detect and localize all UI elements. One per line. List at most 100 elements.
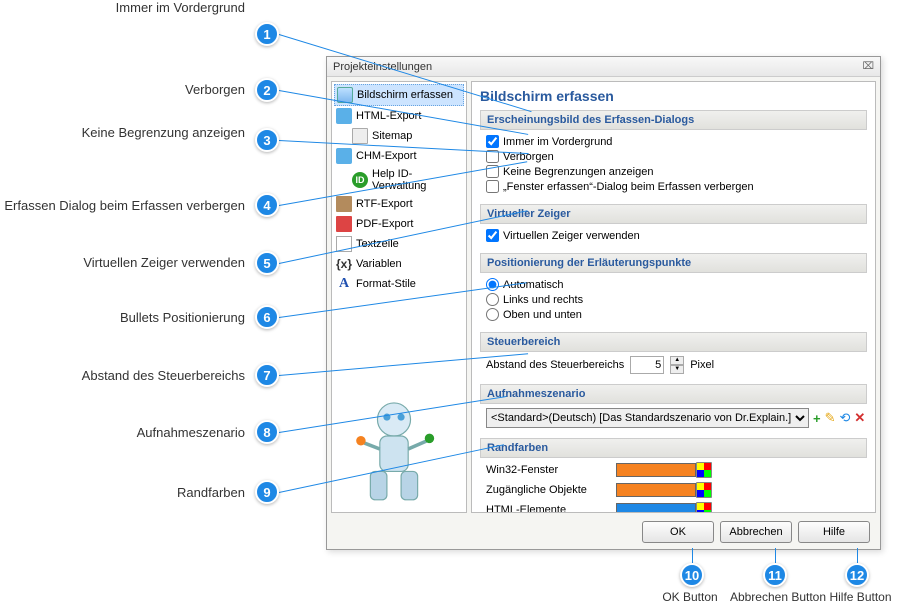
color-picker-button[interactable] xyxy=(696,482,712,498)
refresh-icon[interactable]: ⟲ xyxy=(840,410,851,426)
callout-num-2: 2 xyxy=(255,78,279,102)
project-settings-dialog: Projekteinstellungen ⌧ Bildschirm erfass… xyxy=(326,56,881,550)
sidebar-item-label: Sitemap xyxy=(372,130,412,142)
color-picker-button[interactable] xyxy=(696,462,712,478)
callout-label-8: Aufnahmeszenario xyxy=(0,425,245,440)
callout-line-12 xyxy=(857,548,858,563)
sitemap-icon xyxy=(352,128,368,144)
sidebar-item-help-id-verwaltung[interactable]: IDHelp ID-Verwaltung xyxy=(334,166,464,194)
sidebar-item-variablen[interactable]: {x} Variablen xyxy=(334,254,464,274)
delete-icon[interactable]: ✕ xyxy=(854,410,865,426)
section-steuer-header: Steuerbereich xyxy=(480,332,867,352)
callout-line-10 xyxy=(692,548,693,563)
virtual-pointer-checkbox[interactable] xyxy=(486,229,499,242)
html-icon xyxy=(336,108,352,124)
callout-label-4: Erfassen Dialog beim Erfassen verbergen xyxy=(0,198,245,213)
section-colors-header: Randfarben xyxy=(480,438,867,458)
appearance-option-1[interactable]: Verborgen xyxy=(486,149,861,164)
color-picker-button[interactable] xyxy=(696,502,712,513)
sidebar-item-label: Variablen xyxy=(356,258,402,270)
callout-label-5: Virtuellen Zeiger verwenden xyxy=(0,255,245,270)
page-title: Bildschirm erfassen xyxy=(480,88,867,104)
appearance-checkbox-3[interactable] xyxy=(486,180,499,193)
spin-down-button[interactable]: ▼ xyxy=(670,365,684,374)
callout-num-11: 11 xyxy=(763,563,787,587)
virtual-pointer-label: Virtuellen Zeiger verwenden xyxy=(503,230,640,242)
callout-num-5: 5 xyxy=(255,251,279,275)
var-icon: {x} xyxy=(336,256,352,272)
sidebar-item-label: RTF-Export xyxy=(356,198,413,210)
callout-label-3: Keine Begrenzung anzeigen xyxy=(0,125,245,140)
sidebar-item-pdf-export[interactable]: PDF-Export xyxy=(334,214,464,234)
color-swatch-2 xyxy=(616,503,696,513)
positioning-option-1[interactable]: Links und rechts xyxy=(486,292,861,307)
callout-label-11: Abbrechen Button xyxy=(723,590,833,604)
close-icon[interactable]: ⌧ xyxy=(862,61,874,72)
help-button[interactable]: Hilfe xyxy=(798,521,870,543)
settings-main-panel: Bildschirm erfassen Erscheinungsbild des… xyxy=(471,81,876,513)
positioning-option-2[interactable]: Oben und unten xyxy=(486,307,861,322)
color-row-label: Zugängliche Objekte xyxy=(486,484,616,496)
sidebar-item-format-stile[interactable]: A Format-Stile xyxy=(334,274,464,294)
spin-up-button[interactable]: ▲ xyxy=(670,356,684,365)
positioning-option-0[interactable]: Automatisch xyxy=(486,277,861,292)
positioning-radio-1[interactable] xyxy=(486,293,499,306)
appearance-label: Immer im Vordergrund xyxy=(503,136,612,148)
robot-illustration xyxy=(334,384,454,513)
steuer-distance-input[interactable] xyxy=(630,356,664,374)
appearance-option-2[interactable]: Keine Begrenzungen anzeigen xyxy=(486,164,861,179)
steuer-distance-label: Abstand des Steuerbereichs xyxy=(486,359,624,371)
appearance-checkbox-0[interactable] xyxy=(486,135,499,148)
positioning-label: Links und rechts xyxy=(503,294,583,306)
section-positioning-header: Positionierung der Erläuterungspunkte xyxy=(480,253,867,273)
section-appearance-header: Erscheinungsbild des Erfassen-Dialogs xyxy=(480,110,867,130)
callout-label-12: Hilfe Button xyxy=(823,590,898,604)
section-scenario-header: Aufnahmeszenario xyxy=(480,384,867,404)
color-row-label: Win32-Fenster xyxy=(486,464,616,476)
sidebar-item-label: PDF-Export xyxy=(356,218,413,230)
sidebar-item-html-export[interactable]: HTML-Export xyxy=(334,106,464,126)
callout-label-2: Verborgen xyxy=(0,82,245,97)
callout-num-8: 8 xyxy=(255,420,279,444)
callout-num-1: 1 xyxy=(255,22,279,46)
sidebar-item-rtf-export[interactable]: RTF-Export xyxy=(334,194,464,214)
sidebar-item-label: Format-Stile xyxy=(356,278,416,290)
rtf-icon xyxy=(336,196,352,212)
color-swatch-0 xyxy=(616,463,696,477)
callout-num-6: 6 xyxy=(255,305,279,329)
chm-icon xyxy=(336,148,352,164)
callout-num-9: 9 xyxy=(255,480,279,504)
cancel-button[interactable]: Abbrechen xyxy=(720,521,792,543)
pdf-icon xyxy=(336,216,352,232)
add-icon[interactable]: + xyxy=(813,410,821,426)
color-row-label: HTML-Elemente xyxy=(486,504,616,513)
callout-num-4: 4 xyxy=(255,193,279,217)
virtual-pointer-checkbox-row[interactable]: Virtuellen Zeiger verwenden xyxy=(486,228,861,243)
edit-icon[interactable]: ✎ xyxy=(825,410,836,426)
appearance-option-0[interactable]: Immer im Vordergrund xyxy=(486,134,861,149)
sidebar-item-label: CHM-Export xyxy=(356,150,417,162)
sidebar-item-label: HTML-Export xyxy=(356,110,421,122)
positioning-label: Oben und unten xyxy=(503,309,582,321)
appearance-label: Keine Begrenzungen anzeigen xyxy=(503,166,653,178)
positioning-radio-0[interactable] xyxy=(486,278,499,291)
color-swatch-1 xyxy=(616,483,696,497)
callout-num-3: 3 xyxy=(255,128,279,152)
ok-button[interactable]: OK xyxy=(642,521,714,543)
callout-label-10: OK Button xyxy=(655,590,725,604)
positioning-radio-2[interactable] xyxy=(486,308,499,321)
scenario-select[interactable]: <Standard>(Deutsch) [Das Standardszenari… xyxy=(486,408,809,428)
callout-num-10: 10 xyxy=(680,563,704,587)
callout-label-6: Bullets Positionierung xyxy=(0,310,245,325)
appearance-label: „Fenster erfassen“-Dialog beim Erfassen … xyxy=(503,181,754,193)
callout-num-12: 12 xyxy=(845,563,869,587)
callout-label-1: Immer im Vordergrund xyxy=(0,0,245,15)
callout-line-11 xyxy=(775,548,776,563)
appearance-option-3[interactable]: „Fenster erfassen“-Dialog beim Erfassen … xyxy=(486,179,861,194)
callout-num-7: 7 xyxy=(255,363,279,387)
id-icon: ID xyxy=(352,172,368,188)
callout-label-7: Abstand des Steuerbereichs xyxy=(0,368,245,383)
callout-label-9: Randfarben xyxy=(0,485,245,500)
steuer-unit-label: Pixel xyxy=(690,359,714,371)
fmt-icon: A xyxy=(336,276,352,292)
